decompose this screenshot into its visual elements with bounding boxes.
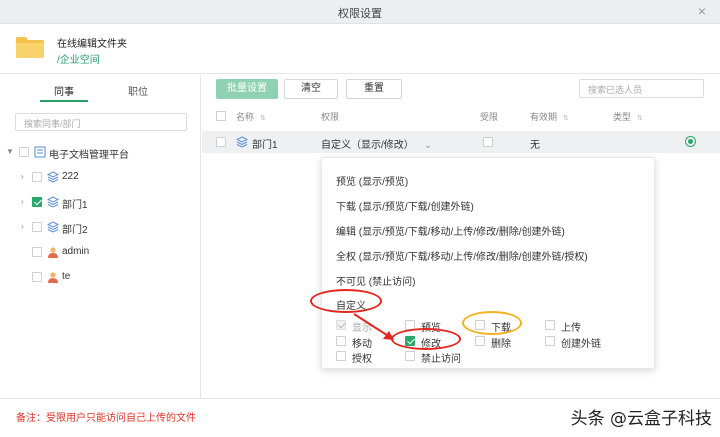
perm-checkbox[interactable]	[336, 336, 346, 346]
column-header-permission: 权限	[321, 112, 340, 122]
tab-colleagues[interactable]: 同事	[54, 83, 74, 98]
watermark: 头条 @云盒子科技	[570, 409, 712, 429]
annotation-ellipse-modify	[391, 328, 461, 350]
confirm-radio-icon[interactable]	[685, 136, 696, 147]
option-preview[interactable]: 预览 (显示/预览)	[336, 173, 408, 188]
tree-node-admin[interactable]: admin	[0, 245, 200, 261]
sort-icon[interactable]: ⇅	[260, 115, 266, 122]
tree-label: admin	[62, 246, 90, 257]
clear-button[interactable]: 清空	[284, 79, 338, 99]
permission-select[interactable]: 自定义（显示/修改） ⌄	[321, 136, 432, 151]
annotation-ellipse-download	[462, 311, 522, 335]
layers-icon	[47, 196, 59, 208]
tree-label: 部门1	[62, 200, 88, 211]
folder-icon	[16, 37, 44, 58]
tab-bar: 同事 职位	[0, 75, 201, 105]
search-selected-input[interactable]: 搜索已选人员	[579, 79, 704, 98]
left-panel: 同事 职位 搜索同事/部门 ▼ 电子文档管理平台 › 222 › 部门1 › 部…	[0, 75, 201, 398]
row-expiry[interactable]: 无	[530, 136, 540, 151]
tree-label: 部门2	[62, 225, 88, 236]
option-full-control[interactable]: 全权 (显示/预览/下载/移动/上传/修改/删除/创建外链/授权)	[336, 248, 588, 263]
sort-icon[interactable]: ⇅	[637, 115, 643, 122]
option-edit[interactable]: 编辑 (显示/预览/下载/移动/上传/修改/删除/创建外链)	[336, 223, 565, 238]
table-header: 名称 ⇅ 权限 受限 有效期 ⇅ 类型 ⇅	[202, 106, 720, 126]
search-colleague-input[interactable]: 搜索同事/部门	[15, 113, 187, 131]
restriction-note: 备注：受限用户只能访问自己上传的文件	[16, 413, 196, 424]
option-invisible[interactable]: 不可见 (禁止访问)	[336, 273, 415, 288]
perm-checkbox[interactable]	[545, 336, 555, 346]
tree-label: 电子文档管理平台	[49, 150, 129, 161]
batch-set-button[interactable]: 批量设置	[216, 79, 278, 99]
expand-caret-icon[interactable]: ▼	[6, 147, 14, 156]
annotation-arrow-icon	[353, 313, 394, 340]
column-header-name[interactable]: 名称 ⇅	[236, 110, 266, 123]
table-row[interactable]: 部门1 自定义（显示/修改） ⌄ 无	[202, 131, 720, 153]
window-title: 权限设置	[338, 8, 382, 20]
select-all-checkbox[interactable]	[216, 111, 226, 121]
tree-checkbox[interactable]	[32, 172, 42, 182]
perm-checkbox[interactable]	[336, 351, 346, 361]
tree-checkbox[interactable]	[32, 247, 42, 257]
perm-checkbox[interactable]	[545, 320, 555, 330]
expand-caret-icon[interactable]: ›	[21, 197, 24, 206]
expand-caret-icon[interactable]: ›	[21, 222, 24, 231]
sort-icon[interactable]: ⇅	[563, 115, 569, 122]
perm-checkbox[interactable]	[475, 336, 485, 346]
tree-checkbox[interactable]	[32, 272, 42, 282]
folder-name: 在线编辑文件夹	[57, 39, 127, 50]
footer: 备注：受限用户只能访问自己上传的文件 头条 @云盒子科技	[0, 398, 720, 437]
active-tab-indicator	[40, 100, 88, 102]
tree-node-te[interactable]: te	[0, 270, 200, 286]
layers-icon	[47, 171, 59, 183]
folder-header: 在线编辑文件夹 /企业空间	[0, 24, 720, 74]
tree-checkbox[interactable]	[32, 222, 42, 232]
layers-icon	[47, 221, 59, 233]
tree-label: 222	[62, 171, 79, 182]
option-download[interactable]: 下载 (显示/预览/下载/创建外链)	[336, 198, 474, 213]
folder-path[interactable]: /企业空间	[57, 51, 100, 66]
column-header-expiry[interactable]: 有效期 ⇅	[530, 110, 569, 123]
tree-node-root[interactable]: ▼ 电子文档管理平台	[0, 145, 200, 161]
row-name: 部门1	[252, 140, 278, 151]
tree-label: te	[62, 271, 71, 282]
org-chart-icon	[34, 146, 46, 158]
tree-node-dept1[interactable]: › 部门1	[0, 195, 200, 211]
restricted-checkbox[interactable]	[483, 137, 493, 147]
window-titlebar: 权限设置 ×	[0, 0, 720, 24]
chevron-down-icon[interactable]: ⌄	[424, 140, 432, 151]
tab-positions[interactable]: 职位	[128, 83, 148, 98]
close-icon[interactable]: ×	[698, 3, 706, 19]
row-checkbox[interactable]	[216, 137, 226, 147]
tree-checkbox[interactable]	[19, 147, 29, 157]
tree-node-dept2[interactable]: › 部门2	[0, 220, 200, 236]
perm-checkbox[interactable]	[405, 351, 415, 361]
user-icon	[48, 247, 58, 258]
reset-button[interactable]: 重置	[346, 79, 402, 99]
tree-node-222[interactable]: › 222	[0, 170, 200, 186]
expand-caret-icon[interactable]: ›	[21, 172, 24, 181]
layers-icon	[236, 136, 248, 148]
user-icon	[48, 272, 58, 283]
tree-checkbox[interactable]	[32, 197, 42, 207]
perm-checkbox	[336, 320, 346, 330]
column-header-restricted: 受限	[480, 112, 499, 122]
column-header-type[interactable]: 类型 ⇅	[613, 110, 643, 123]
